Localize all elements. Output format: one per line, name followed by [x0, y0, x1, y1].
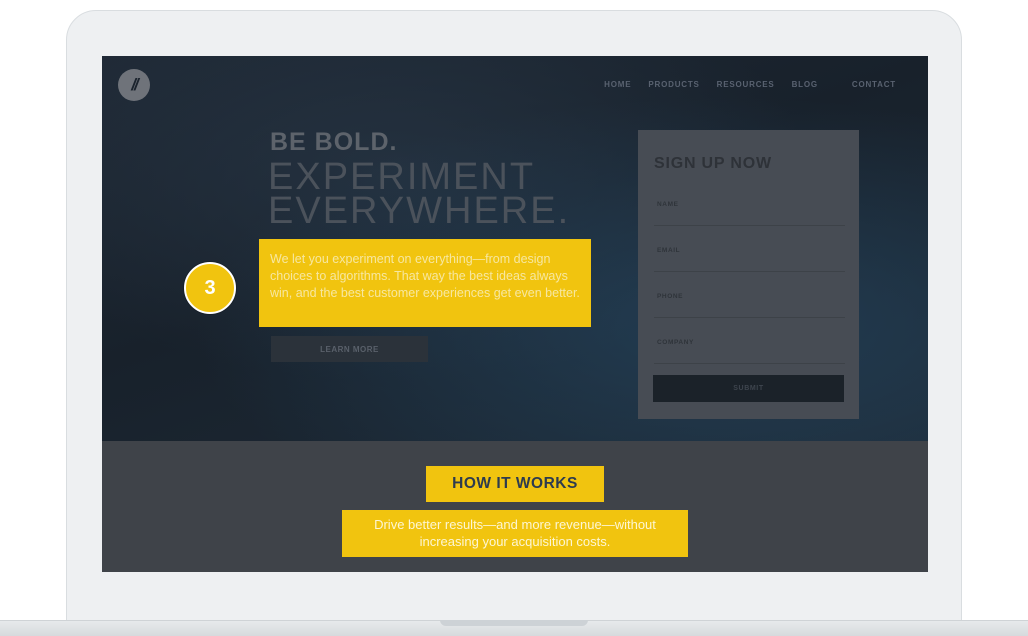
top-nav: HOME PRODUCTS RESOURCES BLOG CONTACT	[587, 80, 896, 89]
company-field-label: COMPANY	[657, 339, 694, 346]
nav-resources[interactable]: RESOURCES	[717, 80, 775, 89]
nav-contact[interactable]: CONTACT	[852, 80, 896, 89]
how-it-works-section: HOW IT WORKS Drive better results—and mo…	[102, 441, 928, 572]
headline-line-2: EVERYWHERE.	[268, 190, 571, 232]
nav-products[interactable]: PRODUCTS	[648, 80, 699, 89]
submit-button[interactable]: SUBMIT	[653, 375, 844, 402]
name-field-label: NAME	[657, 201, 679, 208]
learn-more-button[interactable]: LEARN MORE	[271, 336, 428, 362]
signup-title: SIGN UP NOW	[654, 155, 772, 172]
laptop-notch	[440, 620, 588, 626]
logo-icon[interactable]: //	[118, 69, 150, 101]
step-number-badge: 3	[184, 262, 236, 314]
nav-blog[interactable]: BLOG	[792, 80, 818, 89]
signup-form: SIGN UP NOW NAME EMAIL PHONE COMPANY SUB…	[638, 130, 859, 419]
nav-home[interactable]: HOME	[604, 80, 631, 89]
how-it-works-subtitle: Drive better results—and more revenue—wi…	[342, 510, 688, 557]
email-field-label: EMAIL	[657, 247, 681, 254]
phone-field-label: PHONE	[657, 293, 684, 300]
hero-section: // HOME PRODUCTS RESOURCES BLOG CONTACT …	[102, 56, 928, 441]
headline-experiment-everywhere: EXPERIMENT EVERYWHERE.	[268, 156, 571, 232]
headline-be-bold: BE BOLD.	[270, 128, 398, 156]
phone-field[interactable]: PHONE	[654, 293, 845, 339]
how-it-works-title: HOW IT WORKS	[426, 466, 604, 502]
headline-line-1: EXPERIMENT	[268, 156, 536, 198]
email-field[interactable]: EMAIL	[654, 247, 845, 293]
intro-text-highlight: We let you experiment on everything—from…	[259, 239, 591, 327]
name-field[interactable]: NAME	[654, 201, 845, 247]
screen: // HOME PRODUCTS RESOURCES BLOG CONTACT …	[102, 56, 928, 572]
